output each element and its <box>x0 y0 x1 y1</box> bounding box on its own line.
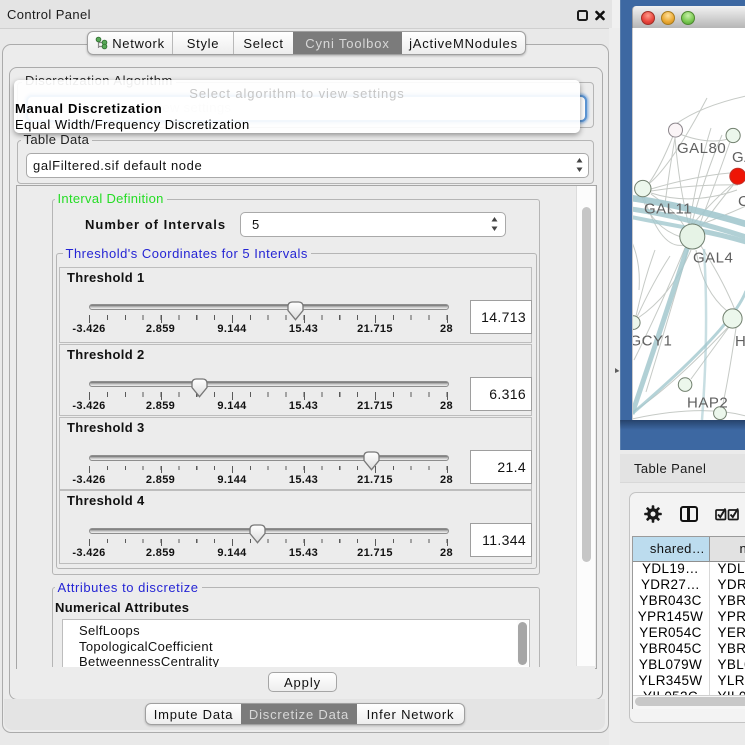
svg-text:GCY1: GCY1 <box>632 333 672 350</box>
svg-text:GA: GA <box>732 149 745 166</box>
svg-text:HAP2: HAP2 <box>687 395 728 412</box>
svg-text:GAL80: GAL80 <box>677 140 726 157</box>
svg-text:GAL4: GAL4 <box>693 250 733 267</box>
svg-text:GAL11: GAL11 <box>644 201 692 218</box>
svg-text:H: H <box>735 333 745 350</box>
svg-text:C: C <box>738 193 745 210</box>
